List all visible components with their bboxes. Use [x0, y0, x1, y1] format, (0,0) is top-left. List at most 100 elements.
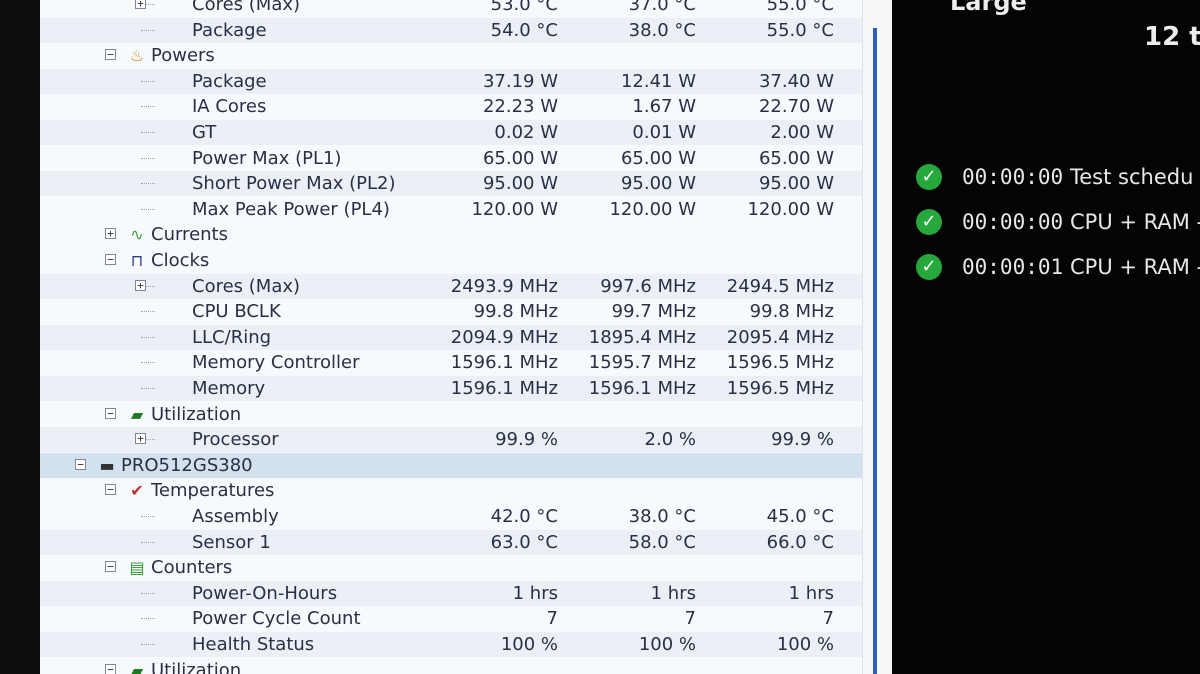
- minimum-value: 99.7 MHz: [611, 301, 696, 323]
- tree-connector: [141, 183, 155, 185]
- tree-row[interactable]: − ⊓ Clocks: [40, 248, 862, 273]
- status-time: 00:00:00: [962, 165, 1064, 189]
- minimum-value: 997.6 MHz: [600, 275, 696, 297]
- sensor-label: Counters: [151, 557, 233, 579]
- tree-row[interactable]: − ✔ Temperatures: [40, 478, 862, 503]
- tree-row[interactable]: Health Status 100 % 100 % 100 %: [40, 632, 862, 657]
- utilization-icon: ▰: [130, 404, 144, 424]
- tree-row[interactable]: − ▰ Utilization: [40, 402, 862, 427]
- current-value: 1596.1 MHz: [450, 378, 558, 399]
- minimum-value: 120.00 W: [609, 198, 696, 220]
- tree-row[interactable]: Package 37.19 W 12.41 W 37.40 W: [40, 68, 862, 94]
- current-value: 99.8 MHz: [473, 301, 558, 323]
- tree-row[interactable]: − ▤ Counters: [40, 555, 862, 580]
- tree-connector: [141, 362, 155, 364]
- maximum-value: 55.0 °C: [766, 19, 834, 41]
- tree-row[interactable]: + ∿ Currents: [40, 222, 862, 247]
- collapse-icon[interactable]: −: [105, 484, 116, 496]
- status-text: Test schedu: [1070, 165, 1194, 189]
- tree-row[interactable]: Memory Controller 1596.1 MHz 1595.7 MHz 159…: [40, 350, 862, 375]
- tree-row[interactable]: GT 0.02 W 0.01 W 2.00 W: [40, 120, 862, 145]
- tree-row[interactable]: Power Cycle Count 7 7 7: [40, 606, 862, 631]
- maximum-value: 55.0 °C: [766, 0, 834, 15]
- expand-icon[interactable]: +: [105, 228, 116, 240]
- tree-row[interactable]: + Processor 99.9 % 2.0 % 99.9 %: [40, 427, 862, 453]
- collapse-icon[interactable]: −: [105, 49, 116, 61]
- status-time: 00:00:00: [962, 210, 1064, 234]
- collapse-icon[interactable]: −: [105, 407, 116, 419]
- collapse-icon[interactable]: −: [75, 458, 86, 470]
- current-value: 0.02 W: [494, 122, 558, 143]
- tree-row[interactable]: + Cores (Max) 2493.9 MHz 997.6 MHz 2494.5 MH…: [40, 273, 862, 299]
- tree-row[interactable]: Short Power Max (PL2) 95.00 W 95.00 W 95.00…: [40, 171, 862, 197]
- scrollbar-thumb[interactable]: [873, 28, 877, 674]
- maximum-value: 95.00 W: [758, 173, 834, 195]
- maximum-value: 22.70 W: [758, 96, 834, 118]
- sensor-label: Memory Controller: [192, 352, 360, 374]
- maximum-value: 1596.5 MHz: [726, 352, 834, 374]
- current-value: 1 hrs: [512, 582, 558, 604]
- current-value: 95.00 W: [482, 173, 558, 195]
- sensor-tree[interactable]: + Cores (Max) 53.0 °C 37.0 °C 55.0 °C Package…: [40, 0, 862, 674]
- maximum-value: 120.00 W: [747, 198, 834, 220]
- current-value: 22.23 W: [482, 96, 558, 118]
- tree-connector: [141, 132, 155, 133]
- sensor-label: CPU BCLK: [192, 301, 281, 323]
- maximum-value: 66.0 °C: [766, 531, 834, 553]
- expand-icon[interactable]: +: [135, 279, 146, 291]
- collapse-icon[interactable]: −: [105, 561, 116, 573]
- minimum-value: 1895.4 MHz: [588, 326, 696, 348]
- minimum-value: 2.0 %: [644, 429, 696, 451]
- tree-connector: [141, 336, 155, 338]
- maximum-value: 65.00 W: [758, 147, 834, 169]
- check-icon: ✓: [916, 164, 942, 190]
- status-text: CPU + RAM -: [1070, 210, 1200, 234]
- sensor-label: Clocks: [151, 250, 210, 271]
- check-icon: ✓: [916, 209, 942, 235]
- tree-row[interactable]: Assembly 42.0 °C 38.0 °C 45.0 °C: [40, 504, 862, 529]
- sensor-label: Temperatures: [151, 480, 275, 502]
- current-value: 65.00 W: [482, 147, 558, 169]
- current-value: 2493.9 MHz: [450, 275, 558, 297]
- maximum-value: 2494.5 MHz: [726, 275, 834, 297]
- status-row: ✓ 00:00:00 CPU + RAM -: [916, 207, 1200, 237]
- tree-row[interactable]: Power Max (PL1) 65.00 W 65.00 W 65.00 W: [40, 146, 862, 171]
- minimum-value: 58.0 °C: [628, 531, 696, 553]
- tree-row[interactable]: CPU BCLK 99.8 MHz 99.7 MHz 99.8 MHz: [40, 299, 862, 324]
- tree-row[interactable]: − ♨ Powers: [40, 43, 862, 68]
- sensor-label: Cores (Max): [192, 275, 301, 297]
- expand-icon[interactable]: +: [135, 433, 146, 445]
- current-value: 120.00 W: [471, 198, 558, 220]
- tree-row[interactable]: Max Peak Power (PL4) 120.00 W 120.00 W 120.…: [40, 197, 862, 222]
- tree-row[interactable]: Memory 1596.1 MHz 1596.1 MHz 1596.5 MHz: [40, 376, 862, 401]
- sensor-label: Memory: [192, 378, 266, 399]
- thermometer-icon: ✔: [130, 481, 144, 501]
- sensor-label: Utilization: [151, 659, 242, 674]
- tree-row[interactable]: − ▰ Utilization: [40, 658, 862, 674]
- tree-row[interactable]: Package 54.0 °C 38.0 °C 55.0 °C: [40, 17, 862, 43]
- current-value: 42.0 °C: [490, 506, 558, 527]
- current-value: 54.0 °C: [490, 19, 558, 41]
- sensor-label: PRO512GS380: [121, 454, 253, 476]
- maximum-value: 7: [822, 608, 834, 630]
- collapse-icon[interactable]: −: [105, 254, 116, 265]
- tree-connector: [141, 208, 155, 210]
- expand-icon[interactable]: +: [135, 0, 146, 9]
- tree-row[interactable]: Power-On-Hours 1 hrs 1 hrs 1 hrs: [40, 580, 862, 606]
- sensor-label: Health Status: [192, 634, 315, 655]
- tree-row[interactable]: LLC/Ring 2094.9 MHz 1895.4 MHz 2095.4 MHz: [40, 324, 862, 350]
- minimum-value: 1 hrs: [650, 582, 696, 604]
- collapse-icon[interactable]: −: [105, 663, 116, 674]
- sensor-label: Package: [192, 19, 267, 41]
- maximum-value: 99.8 MHz: [749, 301, 834, 323]
- tree-connector: [141, 592, 155, 594]
- maximum-value: 99.9 %: [771, 429, 834, 451]
- tree-row[interactable]: IA Cores 22.23 W 1.67 W 22.70 W: [40, 94, 862, 119]
- vertical-scrollbar[interactable]: [862, 0, 893, 674]
- minimum-value: 100 %: [638, 634, 696, 655]
- tree-row[interactable]: Sensor 1 63.0 °C 58.0 °C 66.0 °C: [40, 529, 862, 555]
- sensor-label: Package: [192, 70, 267, 92]
- tree-row[interactable]: − ▬ PRO512GS380: [40, 452, 862, 478]
- sensor-label: Cores (Max): [192, 0, 301, 15]
- tree-row[interactable]: + Cores (Max) 53.0 °C 37.0 °C 55.0 °C: [40, 0, 862, 17]
